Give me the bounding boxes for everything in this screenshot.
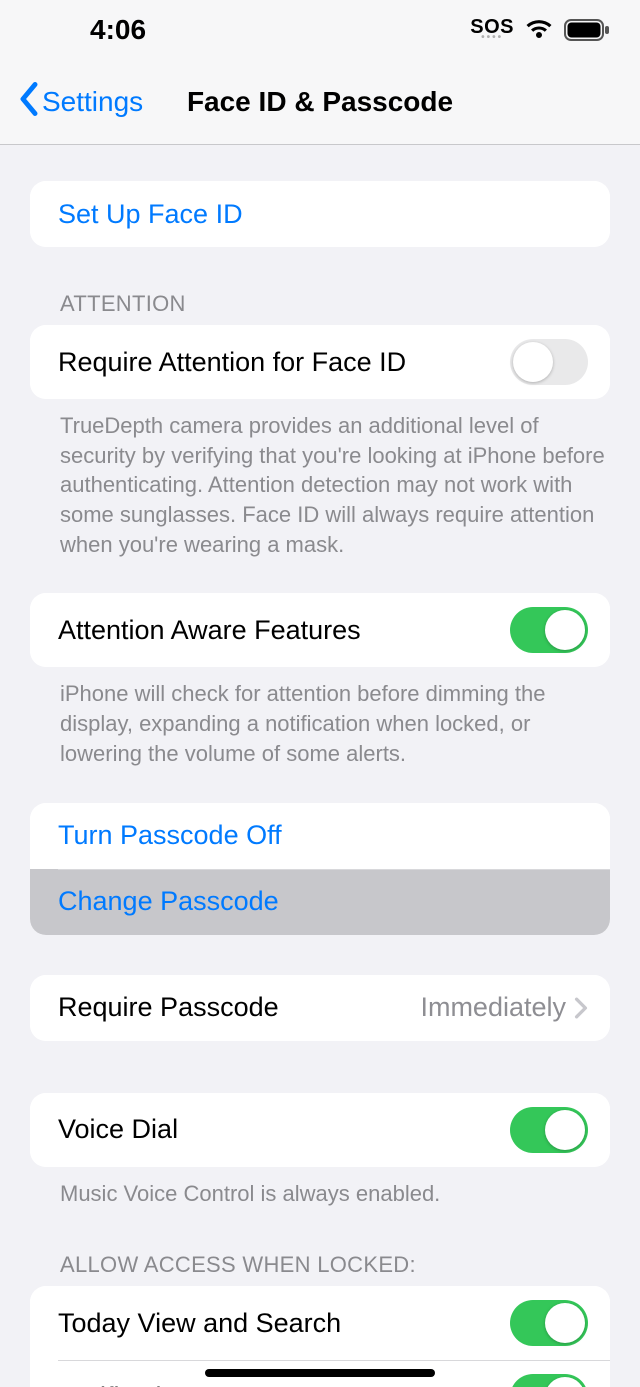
- turn-passcode-off-label: Turn Passcode Off: [58, 820, 588, 851]
- notification-center-toggle[interactable]: [510, 1374, 588, 1387]
- setup-group: Set Up Face ID: [30, 181, 610, 247]
- sos-dots: ••••: [481, 34, 503, 41]
- wifi-icon: [524, 19, 554, 41]
- setup-face-id-button[interactable]: Set Up Face ID: [30, 181, 610, 247]
- turn-passcode-off-button[interactable]: Turn Passcode Off: [30, 803, 610, 869]
- attention-aware-toggle[interactable]: [510, 607, 588, 653]
- voice-dial-group: Voice Dial: [30, 1093, 610, 1167]
- attention-header: ATTENTION: [60, 291, 610, 317]
- require-passcode-group: Require Passcode Immediately: [30, 975, 610, 1041]
- attention-aware-group: Attention Aware Features: [30, 593, 610, 667]
- sos-indicator: SOS ••••: [470, 20, 514, 41]
- today-view-row[interactable]: Today View and Search: [30, 1286, 610, 1360]
- setup-face-id-label: Set Up Face ID: [58, 199, 588, 230]
- change-passcode-button[interactable]: Change Passcode: [30, 869, 610, 935]
- status-bar: 4:06 SOS ••••: [0, 0, 640, 60]
- passcode-actions-group: Turn Passcode Off Change Passcode: [30, 803, 610, 935]
- require-passcode-label: Require Passcode: [58, 992, 420, 1023]
- chevron-right-icon: [574, 997, 588, 1019]
- nav-bar: Settings Face ID & Passcode: [0, 60, 640, 145]
- status-right: SOS ••••: [470, 19, 610, 41]
- attention-aware-label: Attention Aware Features: [58, 615, 510, 646]
- require-passcode-row[interactable]: Require Passcode Immediately: [30, 975, 610, 1041]
- attention-aware-row[interactable]: Attention Aware Features: [30, 593, 610, 667]
- today-view-label: Today View and Search: [58, 1308, 510, 1339]
- require-passcode-value: Immediately: [420, 992, 566, 1023]
- require-attention-group: Require Attention for Face ID: [30, 325, 610, 399]
- battery-icon: [564, 19, 610, 41]
- voice-dial-footer: Music Voice Control is always enabled.: [60, 1179, 610, 1209]
- require-attention-toggle[interactable]: [510, 339, 588, 385]
- change-passcode-label: Change Passcode: [58, 886, 588, 917]
- voice-dial-label: Voice Dial: [58, 1114, 510, 1145]
- notification-center-label: Notification Center: [58, 1382, 510, 1387]
- voice-dial-row[interactable]: Voice Dial: [30, 1093, 610, 1167]
- status-time: 4:06: [90, 14, 146, 46]
- voice-dial-toggle[interactable]: [510, 1107, 588, 1153]
- require-attention-footer: TrueDepth camera provides an additional …: [60, 411, 610, 559]
- back-label: Settings: [42, 86, 143, 118]
- chevron-left-icon: [18, 82, 40, 123]
- require-attention-row[interactable]: Require Attention for Face ID: [30, 325, 610, 399]
- today-view-toggle[interactable]: [510, 1300, 588, 1346]
- content: Set Up Face ID ATTENTION Require Attenti…: [0, 181, 640, 1387]
- attention-aware-footer: iPhone will check for attention before d…: [60, 679, 610, 768]
- back-button[interactable]: Settings: [18, 82, 143, 123]
- home-indicator: [205, 1369, 435, 1377]
- allow-access-header: ALLOW ACCESS WHEN LOCKED:: [60, 1252, 610, 1278]
- require-attention-label: Require Attention for Face ID: [58, 347, 510, 378]
